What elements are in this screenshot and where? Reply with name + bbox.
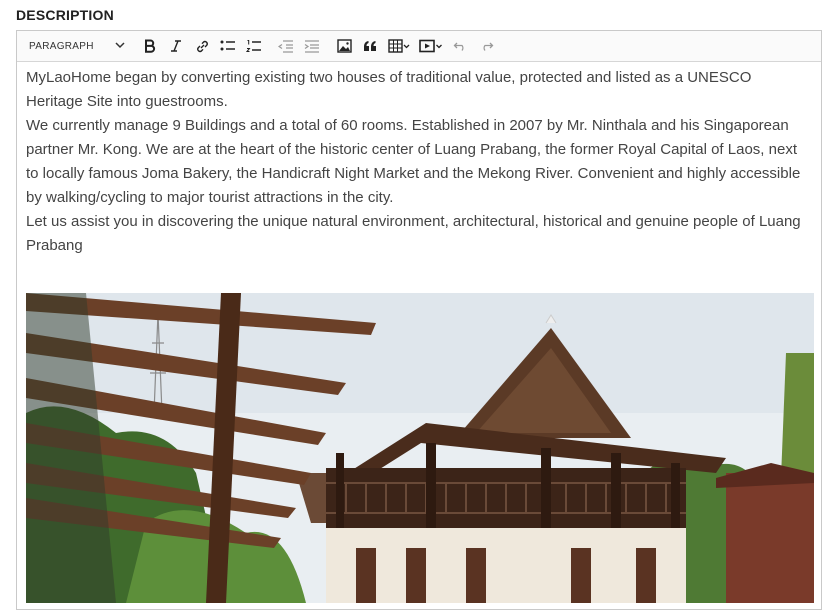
editor-content[interactable]: MyLaoHome began by converting existing t…	[17, 62, 821, 258]
undo-icon	[453, 40, 468, 52]
paragraph-format-select[interactable]: PARAGRAPH	[21, 34, 131, 58]
outdent-button[interactable]	[273, 34, 299, 58]
link-icon	[195, 39, 210, 54]
description-paragraph: We currently manage 9 Buildings and a to…	[26, 117, 801, 206]
rich-text-editor[interactable]: PARAGRAPH MyLaoHome began by converting …	[16, 30, 822, 610]
bold-icon	[143, 39, 157, 53]
image-icon	[336, 39, 352, 53]
redo-button[interactable]	[473, 34, 499, 58]
description-label: DESCRIPTION	[16, 7, 114, 23]
outdent-icon	[278, 39, 294, 53]
chevron-down-icon	[115, 41, 125, 52]
italic-icon	[169, 39, 183, 53]
insert-media-button[interactable]	[415, 34, 447, 58]
numbered-list-icon	[246, 39, 262, 53]
indent-icon	[304, 39, 320, 53]
media-icon	[419, 39, 443, 53]
embedded-house-photo[interactable]	[26, 293, 814, 603]
quote-icon	[363, 40, 377, 52]
redo-icon	[479, 40, 494, 52]
link-button[interactable]	[189, 34, 215, 58]
table-icon	[388, 39, 410, 53]
insert-image-button[interactable]	[331, 34, 357, 58]
description-paragraph: MyLaoHome began by converting existing t…	[26, 69, 752, 110]
indent-button[interactable]	[299, 34, 325, 58]
insert-table-button[interactable]	[383, 34, 415, 58]
numbered-list-button[interactable]	[241, 34, 267, 58]
italic-button[interactable]	[163, 34, 189, 58]
description-paragraph: Let us assist you in discovering the uni…	[26, 213, 801, 254]
traditional-lao-house-image	[26, 293, 814, 603]
editor-toolbar: PARAGRAPH	[17, 31, 821, 62]
bulleted-list-icon	[220, 39, 236, 53]
paragraph-format-value: PARAGRAPH	[29, 40, 94, 52]
bold-button[interactable]	[137, 34, 163, 58]
block-quote-button[interactable]	[357, 34, 383, 58]
bulleted-list-button[interactable]	[215, 34, 241, 58]
undo-button[interactable]	[447, 34, 473, 58]
